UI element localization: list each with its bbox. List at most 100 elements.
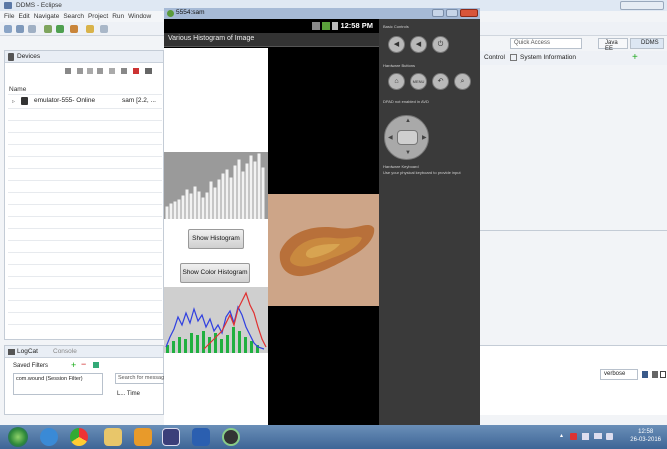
file-explorer-icon[interactable] <box>104 428 122 446</box>
update-heap-icon[interactable] <box>77 68 83 74</box>
show-color-histogram-button[interactable]: Show Color Histogram <box>180 263 250 283</box>
stop-process-icon[interactable] <box>133 68 139 74</box>
log-level-select[interactable]: verbose <box>600 369 638 380</box>
volume-down-button[interactable]: ◀ <box>388 36 405 53</box>
menu-file[interactable]: File <box>4 13 14 20</box>
external-tools-icon[interactable] <box>70 25 78 33</box>
volume-up-button[interactable]: ◀ <box>410 36 427 53</box>
dpad-up-icon[interactable]: ▲ <box>405 118 411 124</box>
menu-search[interactable]: Search <box>63 13 84 20</box>
dump-hprof-icon[interactable] <box>87 68 93 74</box>
cause-gc-icon[interactable] <box>97 68 103 74</box>
emulator-control-tab[interactable]: Control <box>484 54 505 61</box>
tray-app-icon[interactable] <box>570 433 577 440</box>
menu-window[interactable]: Window <box>128 13 151 20</box>
session-filter-item[interactable]: com.wound (Session Filter) <box>16 376 83 382</box>
power-button[interactable]: ⏻ <box>432 36 449 53</box>
eclipse-task-icon[interactable] <box>162 428 180 446</box>
remove-filter-icon[interactable]: − <box>81 359 86 369</box>
android-status-bar: 12:58 PM <box>164 19 379 33</box>
hardware-keyboard-label: Hardware Keyboard <box>383 164 419 169</box>
update-threads-icon[interactable] <box>109 68 115 74</box>
taskbar-date: 26-03-2016 <box>630 437 661 443</box>
run-icon[interactable] <box>56 25 64 33</box>
save-log-icon[interactable] <box>642 371 648 378</box>
minimize-button[interactable] <box>432 9 444 17</box>
eclipse-title: DDMS - Eclipse <box>16 2 62 9</box>
home-button[interactable]: ⌂ <box>388 73 405 90</box>
usb-icon <box>332 22 338 30</box>
logcat-right-toolbar: verbose <box>480 345 667 415</box>
back-button[interactable]: ↶ <box>432 73 449 90</box>
network-icon[interactable] <box>582 433 589 440</box>
media-player-icon[interactable] <box>134 428 152 446</box>
device-icon <box>21 97 28 105</box>
edit-filter-icon[interactable] <box>93 362 99 368</box>
dpad-down-icon[interactable]: ▼ <box>405 150 411 156</box>
perspective-ddms-button[interactable]: DDMS <box>630 38 664 49</box>
new-icon[interactable] <box>4 25 12 33</box>
keyboard-hint: Use your physical keyboard to provide in… <box>383 170 461 175</box>
maximize-button[interactable] <box>446 9 458 17</box>
device-screen[interactable]: 12:58 PM Various Histogram of Image Show… <box>164 19 379 430</box>
menu-button-label: MENU <box>412 79 425 84</box>
device-row[interactable]: ▹ emulator-555- Online sam [2.2, ... <box>8 96 162 106</box>
logcat-search-placeholder: Search for messag <box>118 375 165 381</box>
menu-run[interactable]: Run <box>112 13 124 20</box>
system-information-tab[interactable]: System Information <box>520 54 576 61</box>
filter-list[interactable]: com.wound (Session Filter) <box>13 373 103 395</box>
dpad-center-button[interactable] <box>397 130 418 145</box>
emulator-task-icon[interactable] <box>222 428 240 446</box>
volume-icon[interactable] <box>606 433 613 440</box>
debug-icon[interactable] <box>44 25 52 33</box>
taskbar-clock[interactable]: 12:58 26-03-2016 <box>630 428 661 444</box>
menu-project[interactable]: Project <box>88 13 108 20</box>
menu-button[interactable]: MENU <box>410 73 427 90</box>
expand-arrow-icon[interactable]: ▹ <box>12 98 15 105</box>
forward-icon[interactable] <box>100 25 108 33</box>
screen-capture-icon[interactable] <box>145 68 152 74</box>
search-button[interactable]: ⌕ <box>454 73 471 90</box>
eclipse-window-controls[interactable] <box>620 1 664 10</box>
perspective-java-button[interactable]: Java EE <box>598 38 628 52</box>
clear-log-icon[interactable] <box>652 371 658 378</box>
add-filter-icon[interactable]: + <box>71 360 76 370</box>
logcat-search-input[interactable]: Search for messag <box>115 373 165 384</box>
save-icon[interactable] <box>16 25 24 33</box>
gray-histogram-chart <box>165 153 265 220</box>
dpad[interactable]: ▲ ▼ ◀ ▶ <box>384 115 429 160</box>
logcat-tab-label[interactable]: LogCat <box>17 348 38 355</box>
show-histogram-button[interactable]: Show Histogram <box>188 229 244 249</box>
devices-toolbar <box>65 67 163 77</box>
console-tab-label[interactable]: Console <box>53 348 77 355</box>
battery-tray-icon[interactable] <box>594 433 602 439</box>
devices-tab[interactable]: Devices <box>5 51 163 63</box>
quick-access-placeholder: Quick Access <box>514 40 551 46</box>
chrome-icon[interactable] <box>70 428 88 446</box>
eclipse-logo-icon <box>4 2 12 9</box>
dpad-right-icon[interactable]: ▶ <box>422 134 427 141</box>
add-view-icon[interactable]: + <box>632 52 638 63</box>
wound-photo <box>268 194 379 306</box>
start-method-profiling-icon[interactable] <box>121 68 127 74</box>
scroll-lock-icon[interactable] <box>660 371 666 378</box>
debug-process-icon[interactable] <box>65 68 71 74</box>
tray-arrow-icon[interactable]: ▴ <box>560 432 563 439</box>
word-task-icon[interactable] <box>192 428 210 446</box>
print-icon[interactable] <box>28 25 36 33</box>
emulator-controls-panel: Basic Controls ◀ ◀ ⏻ Hardware Buttons ⌂ … <box>379 19 480 430</box>
right-panel-divider <box>480 230 667 231</box>
start-button[interactable] <box>8 427 28 447</box>
menu-navigate[interactable]: Navigate <box>34 13 60 20</box>
color-histogram-chart <box>165 291 267 353</box>
logcat-icon <box>8 349 15 355</box>
close-button[interactable] <box>460 9 478 17</box>
internet-explorer-icon[interactable] <box>40 428 58 446</box>
phone-icon <box>8 53 14 61</box>
menu-edit[interactable]: Edit <box>18 13 29 20</box>
dpad-left-icon[interactable]: ◀ <box>388 134 393 141</box>
quick-access-input[interactable]: Quick Access <box>510 38 582 49</box>
search-icon[interactable] <box>86 25 94 33</box>
taskbar-time: 12:58 <box>638 429 654 435</box>
device-name: emulator-555- Online <box>34 97 96 104</box>
